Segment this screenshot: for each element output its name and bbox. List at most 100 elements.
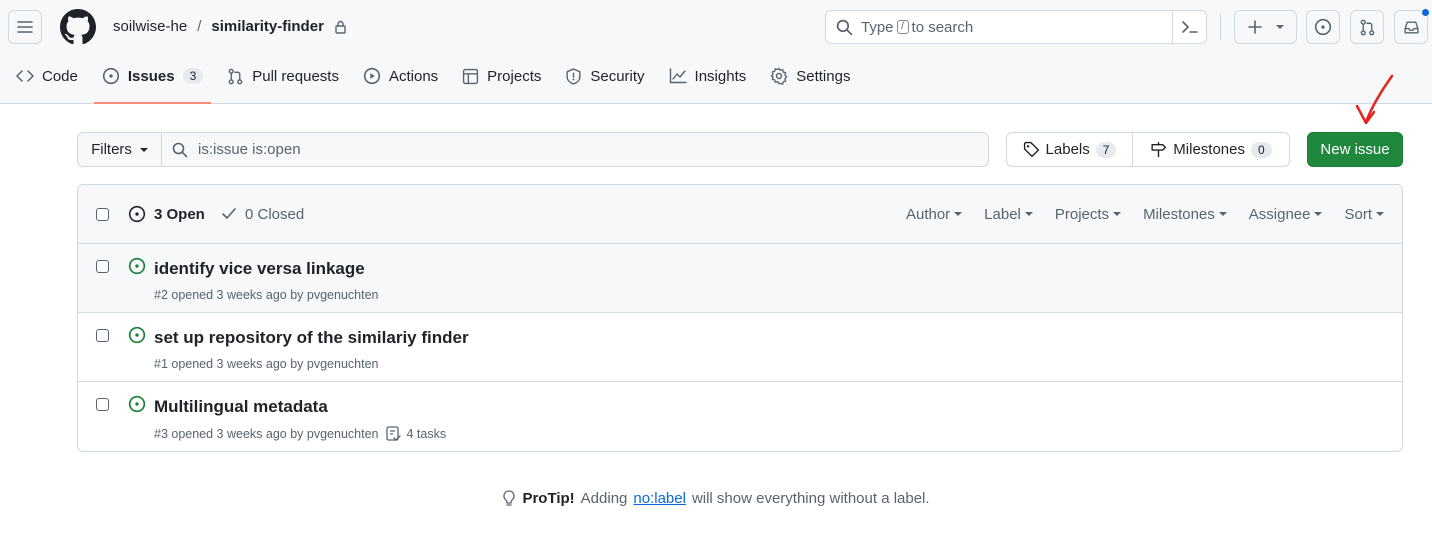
issue-checkbox[interactable] — [96, 398, 109, 411]
chevron-down-icon — [1376, 212, 1384, 216]
open-issues-filter[interactable]: 3 Open — [128, 205, 205, 223]
tab-settings[interactable]: Settings — [762, 58, 858, 94]
shield-icon — [566, 67, 581, 85]
git-pull-request-icon — [228, 68, 243, 84]
issue-opened-icon — [128, 326, 146, 344]
issue-row[interactable]: set up repository of the similariy finde… — [78, 313, 1402, 382]
github-logo-icon[interactable] — [60, 9, 96, 45]
issue-checkbox[interactable] — [96, 260, 109, 273]
tab-pull-requests[interactable]: Pull requests — [219, 58, 347, 94]
issue-row[interactable]: Multilingual metadata #3 opened 3 weeks … — [78, 382, 1402, 451]
search-input[interactable]: Type / to search — [825, 10, 1207, 44]
command-palette-button[interactable] — [1172, 11, 1206, 43]
tab-label: Code — [42, 67, 78, 85]
inbox-button[interactable] — [1394, 8, 1430, 44]
tab-projects[interactable]: Projects — [454, 58, 549, 94]
filters-button[interactable]: Filters — [77, 132, 162, 167]
open-count-label: 3 Open — [154, 205, 205, 223]
tab-insights[interactable]: Insights — [661, 58, 755, 94]
menu-button[interactable] — [8, 10, 42, 44]
filter-label: Assignee — [1248, 205, 1311, 223]
issues-list: 3 Open 0 Closed Author Label Projects Mi… — [77, 184, 1403, 452]
milestones-label: Milestones — [1173, 141, 1245, 158]
protip-title: ProTip! — [522, 490, 575, 507]
issue-checkbox[interactable] — [96, 329, 109, 342]
closed-issues-filter[interactable]: 0 Closed — [221, 206, 304, 223]
issue-title-link[interactable]: set up repository of the similariy finde… — [154, 328, 469, 348]
chevron-down-icon — [1314, 212, 1323, 216]
search-shortcut-key: / — [896, 20, 909, 34]
no-label-link[interactable]: no:label — [633, 490, 686, 507]
breadcrumb: soilwise-he / similarity-finder — [113, 18, 347, 35]
milestones-count-badge: 0 — [1251, 141, 1272, 158]
issue-opened-icon — [128, 205, 146, 223]
check-icon — [222, 208, 236, 219]
notification-dot — [1421, 8, 1430, 17]
milestones-button[interactable]: Milestones 0 — [1132, 132, 1290, 167]
repo-header: soilwise-he / similarity-finder Type / t… — [0, 0, 1432, 104]
milestone-icon — [1151, 142, 1167, 157]
milestones-filter[interactable]: Milestones — [1143, 206, 1227, 223]
filter-label: Sort — [1344, 205, 1372, 223]
tab-code[interactable]: Code — [8, 58, 86, 94]
assignee-filter[interactable]: Assignee — [1249, 206, 1323, 223]
task-progress[interactable]: 4 tasks — [386, 426, 446, 442]
select-all-checkbox[interactable] — [96, 207, 109, 221]
sort-filter[interactable]: Sort — [1344, 206, 1384, 223]
protip-text-after: will show everything without a label. — [691, 490, 930, 507]
protip: ProTip! Adding no:label will show everyt… — [0, 490, 1432, 507]
labels-count-badge: 7 — [1095, 141, 1117, 158]
plus-icon — [1247, 20, 1262, 34]
projects-filter[interactable]: Projects — [1054, 205, 1122, 223]
header-divider — [1220, 14, 1221, 40]
light-bulb-icon — [503, 490, 516, 506]
tag-icon — [1023, 141, 1039, 158]
issue-meta-text: #1 opened 3 weeks ago by pvgenuchten — [154, 357, 379, 371]
create-new-button[interactable] — [1234, 10, 1297, 44]
checklist-icon — [386, 426, 402, 441]
hamburger-icon — [17, 21, 33, 33]
tab-actions[interactable]: Actions — [355, 58, 446, 94]
tab-label: Settings — [796, 67, 851, 85]
issue-opened-icon — [102, 67, 119, 85]
tab-issues[interactable]: Issues 3 — [93, 58, 212, 104]
filter-label: Author — [905, 205, 951, 223]
issue-row[interactable]: identify vice versa linkage #2 opened 3 … — [78, 244, 1402, 313]
tab-security[interactable]: Security — [557, 58, 652, 94]
labels-label: Labels — [1045, 141, 1090, 158]
graph-icon — [669, 68, 687, 84]
new-issue-button[interactable]: New issue — [1307, 132, 1403, 167]
pull-requests-button[interactable] — [1350, 10, 1384, 44]
issues-count-badge: 3 — [182, 68, 204, 84]
gear-icon — [770, 67, 788, 85]
issue-opened-icon — [128, 395, 146, 413]
git-pull-request-icon — [1360, 19, 1374, 35]
search-icon — [172, 142, 188, 157]
label-filter[interactable]: Label — [984, 206, 1033, 223]
table-icon — [463, 68, 479, 84]
repo-link[interactable]: similarity-finder — [211, 18, 324, 35]
breadcrumb-separator: / — [197, 18, 202, 35]
filter-label: Projects — [1054, 205, 1110, 223]
issues-button[interactable] — [1306, 10, 1340, 44]
chevron-down-icon — [1024, 212, 1033, 216]
issue-search-input[interactable]: is:issue is:open — [161, 132, 989, 167]
filter-label: Label — [984, 205, 1021, 223]
tab-label: Insights — [694, 67, 747, 85]
author-filter[interactable]: Author — [905, 205, 963, 223]
annotation-arrow — [1355, 74, 1394, 125]
owner-link[interactable]: soilwise-he — [113, 18, 187, 35]
search-query: is:issue is:open — [198, 141, 301, 158]
code-icon — [16, 70, 34, 82]
play-icon — [363, 67, 381, 85]
labels-button[interactable]: Labels 7 — [1006, 132, 1133, 167]
issue-title-link[interactable]: identify vice versa linkage — [154, 259, 365, 279]
repo-tabs: Code Issues 3 Pull requests Actions Proj… — [0, 58, 866, 104]
tab-label: Projects — [487, 67, 542, 85]
filter-label: Milestones — [1143, 205, 1215, 223]
lock-icon — [335, 20, 346, 34]
search-placeholder-suffix: to search — [911, 18, 974, 36]
issue-title-link[interactable]: Multilingual metadata — [154, 397, 328, 417]
chevron-down-icon — [1275, 25, 1284, 29]
list-filters: Author Label Projects Milestones Assigne… — [906, 206, 1384, 223]
